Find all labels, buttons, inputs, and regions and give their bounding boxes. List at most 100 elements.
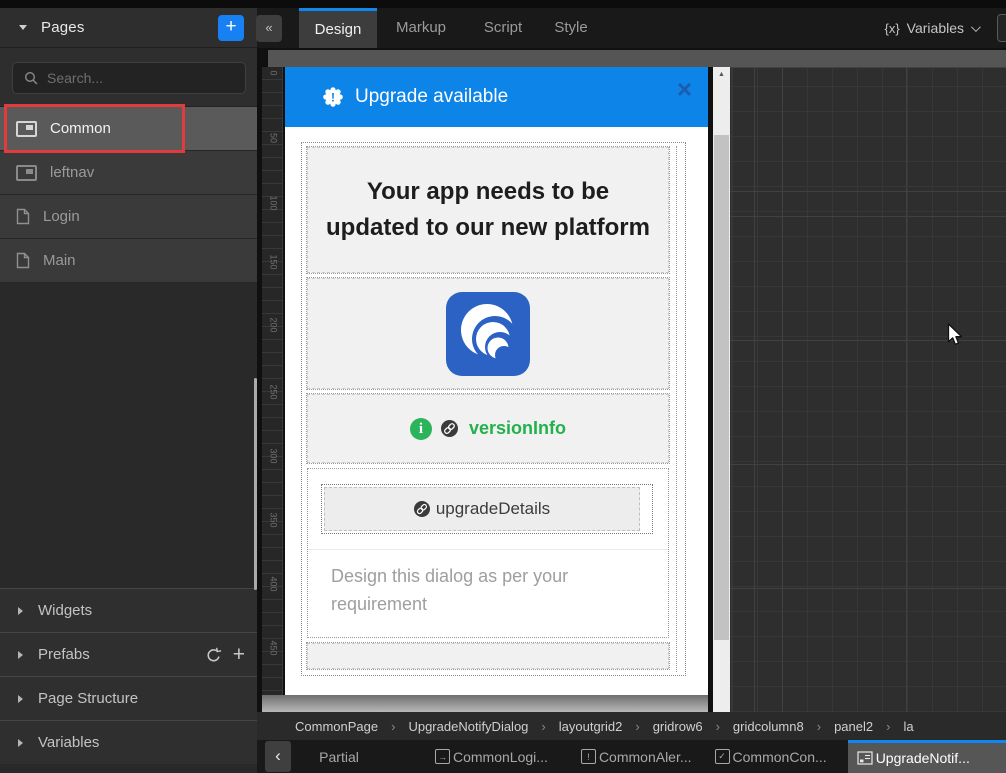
canvas-grid <box>730 67 1006 712</box>
add-prefab-icon[interactable]: + <box>233 645 245 665</box>
dialog-design-page: ! Upgrade available × Your app needs to … <box>285 67 708 695</box>
tab-upgrade-notify[interactable]: UpgradeNotif... <box>848 740 1006 773</box>
ruler-label: 100 <box>267 193 279 214</box>
button-cell-outline: upgradeDetails <box>321 484 653 534</box>
page-search-input[interactable] <box>47 70 227 86</box>
upgrade-details-label: upgradeDetails <box>436 499 550 519</box>
breadcrumb-item[interactable]: layoutgrid2 <box>559 719 623 734</box>
ruler-label: 150 <box>267 252 279 273</box>
tab-common-confirm[interactable]: ✓ CommonCon... <box>715 740 827 773</box>
breadcrumb-separator-icon: › <box>391 719 395 734</box>
panel-divider <box>308 549 668 550</box>
alert-dialog-icon: ! <box>581 749 596 764</box>
login-dialog-icon: → <box>435 749 450 764</box>
page-list: Common leftnav Login Main <box>0 107 257 283</box>
page-vertical-scrollbar[interactable]: ▲ <box>713 67 730 712</box>
bind-link-icon <box>414 501 430 517</box>
upgrade-details-button[interactable]: upgradeDetails <box>324 487 640 531</box>
version-info-label: versionInfo <box>469 418 566 439</box>
ruler-label: 400 <box>267 574 279 595</box>
tabbar-back-button[interactable]: ‹ <box>265 741 291 772</box>
artifact-tabbar: ‹ Partial → CommonLogi... ! CommonAler..… <box>257 740 1006 773</box>
page-item-leftnav[interactable]: leftnav <box>0 151 257 195</box>
ruler-label: 350 <box>267 510 279 531</box>
add-page-button[interactable]: + <box>218 15 244 41</box>
window-top-strip <box>0 0 1006 8</box>
ruler-label: 200 <box>267 315 279 336</box>
badge-alert-icon: ! <box>323 87 343 107</box>
collapse-caret-icon <box>19 25 27 30</box>
breadcrumb-item[interactable]: panel2 <box>834 719 873 734</box>
sidebar-sections: Widgets Prefabs + Page Structure Variabl… <box>0 588 257 764</box>
canvas-top-ruler-band <box>268 50 1006 67</box>
scrollbar-thumb[interactable] <box>714 135 729 640</box>
section-widgets[interactable]: Widgets <box>0 588 257 632</box>
expand-caret-icon <box>18 695 23 703</box>
ruler-label: 0 <box>267 63 279 84</box>
breadcrumb-item[interactable]: gridrow6 <box>653 719 703 734</box>
breadcrumb-item[interactable]: CommonPage <box>295 719 378 734</box>
empty-grid-cell[interactable] <box>307 643 669 669</box>
breadcrumb-item[interactable]: UpgradeNotifyDialog <box>408 719 528 734</box>
search-icon <box>24 71 38 85</box>
scroll-up-arrow-icon[interactable]: ▲ <box>713 67 730 81</box>
breadcrumb-separator-icon: › <box>817 719 821 734</box>
page-file-icon <box>16 252 30 269</box>
confirm-dialog-icon: ✓ <box>715 749 730 764</box>
dialog-close-icon[interactable]: × <box>677 76 692 102</box>
pages-title: Pages <box>41 19 85 36</box>
tab-common-login[interactable]: → CommonLogi... <box>435 740 548 773</box>
refresh-icon[interactable] <box>205 647 222 664</box>
ruler-label: 50 <box>267 128 279 149</box>
wavemaker-studio-window: Pages + Common leftnav Login Main <box>0 0 1006 773</box>
variables-dropdown[interactable]: {x} Variables <box>884 8 978 48</box>
breadcrumb-separator-icon: › <box>716 719 720 734</box>
breadcrumb-item[interactable]: gridcolumn8 <box>733 719 804 734</box>
breadcrumb-separator-icon: › <box>541 719 545 734</box>
section-page-structure[interactable]: Page Structure <box>0 676 257 720</box>
heading-label-widget[interactable]: Your app needs to be updated to our new … <box>307 147 669 273</box>
widget-breadcrumb: CommonPage › UpgradeNotifyDialog › layou… <box>257 712 1006 740</box>
chevron-down-icon <box>971 22 981 32</box>
tab-markup[interactable]: Markup <box>385 8 457 48</box>
version-info-widget[interactable]: i versionInfo <box>307 394 669 463</box>
vertical-ruler: 0 50 100 150 200 250 300 350 400 450 <box>262 67 283 712</box>
wavemaker-logo-icon <box>446 292 530 376</box>
helper-text[interactable]: Design this dialog as per your requireme… <box>331 562 645 618</box>
dialog-content-outline: Your app needs to be updated to our new … <box>301 142 686 676</box>
dialog-header[interactable]: ! Upgrade available × <box>285 67 708 127</box>
breadcrumb-item[interactable]: la <box>903 719 913 734</box>
heading-text: Your app needs to be updated to our new … <box>323 174 653 246</box>
sidebar-collapse-button[interactable]: « <box>256 15 282 42</box>
bind-link-icon <box>441 420 458 437</box>
tab-partial[interactable]: Partial <box>317 740 361 773</box>
page-item-login[interactable]: Login <box>0 195 257 239</box>
tab-style[interactable]: Style <box>547 8 595 48</box>
page-file-icon <box>16 208 30 225</box>
ruler-label: 450 <box>267 638 279 659</box>
sidebar-scrollbar-thumb[interactable] <box>254 378 257 590</box>
dialog-form-icon <box>857 751 873 765</box>
ruler-label: 250 <box>267 382 279 403</box>
tab-script[interactable]: Script <box>475 8 531 48</box>
page-item-common[interactable]: Common <box>0 107 257 151</box>
tab-common-alert[interactable]: ! CommonAler... <box>581 740 692 773</box>
logo-picture-widget[interactable] <box>307 278 669 389</box>
breadcrumb-separator-icon: › <box>635 719 639 734</box>
section-variables[interactable]: Variables <box>0 720 257 764</box>
expand-caret-icon <box>18 739 23 747</box>
expand-caret-icon <box>18 607 23 615</box>
ruler-label: 300 <box>267 446 279 467</box>
expand-caret-icon <box>18 651 23 659</box>
clipped-toolbar-button[interactable] <box>997 14 1006 42</box>
dialog-title: Upgrade available <box>355 86 508 108</box>
info-icon: i <box>410 418 432 440</box>
tab-design[interactable]: Design <box>299 8 377 48</box>
page-item-main[interactable]: Main <box>0 239 257 283</box>
details-panel-widget[interactable]: upgradeDetails Design this dialog as per… <box>307 468 669 638</box>
section-prefabs[interactable]: Prefabs + <box>0 632 257 676</box>
variables-x-icon: {x} <box>884 21 899 36</box>
partial-icon <box>16 121 37 137</box>
page-bottom-margin <box>262 695 708 712</box>
pages-sidebar: Pages + Common leftnav Login Main <box>0 0 257 773</box>
